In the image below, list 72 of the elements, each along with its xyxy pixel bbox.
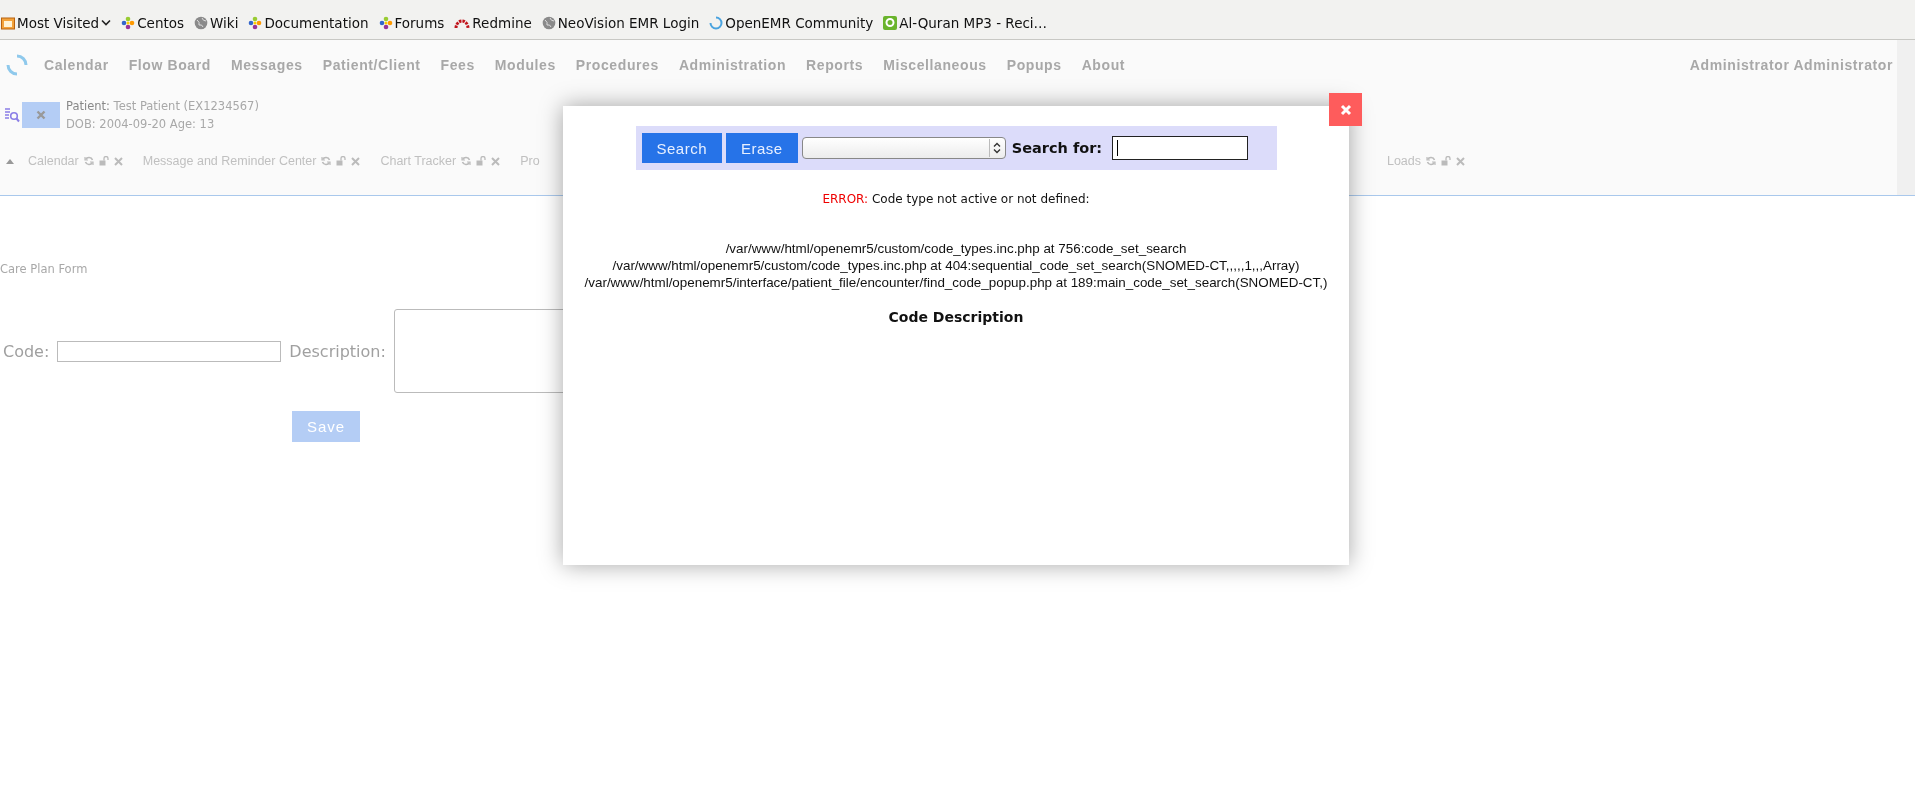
close-button[interactable] xyxy=(22,102,60,128)
unlock-icon xyxy=(1441,156,1451,166)
search-field[interactable] xyxy=(1112,136,1249,160)
unlock-icon xyxy=(98,156,109,166)
search-list-icon xyxy=(4,107,20,123)
caret-up-icon xyxy=(6,158,14,164)
bookmark-link[interactable]: Wiki xyxy=(194,14,239,31)
error-message: ERROR: Code type not active or not defined: xyxy=(822,192,1090,206)
trace-line: /var/www/html/openemr5/custom/code_types.inc.php at 404:sequential_code_set_search(SNOMED-CT,,,,,1,,,Array) xyxy=(612,257,1300,274)
erase-button[interactable]: Erase xyxy=(726,133,798,163)
trace-line: /var/www/html/openemr5/interface/patient_file/encounter/find_code_popup.php at 189:main_code_set_search(SNOMED-CT,) xyxy=(584,274,1328,291)
tab[interactable]: Loads xyxy=(1386,154,1421,168)
refresh-icon xyxy=(83,156,94,166)
bookmark-link[interactable]: Most Visited xyxy=(1,14,112,31)
menu-item[interactable]: Administration xyxy=(678,57,787,73)
menu-item[interactable]: Calendar xyxy=(44,57,109,73)
unlock-icon xyxy=(336,156,347,166)
close-icon xyxy=(351,156,361,166)
menu-item[interactable]: Reports xyxy=(806,57,864,73)
bookmark-link[interactable]: Al-Quran MP3 - Reci… xyxy=(883,14,1048,31)
flower-icon xyxy=(378,15,393,30)
flower-icon xyxy=(248,15,263,30)
form-title: Care Plan Form xyxy=(0,262,88,276)
close-icon xyxy=(1456,156,1465,166)
globe-icon xyxy=(541,15,556,30)
tab[interactable]: Calendar xyxy=(28,154,79,168)
bookmark-link[interactable]: NeoVision EMR Login xyxy=(541,14,700,31)
menu-item[interactable]: Modules xyxy=(494,57,556,73)
menu-item[interactable]: Miscellaneous xyxy=(883,57,987,73)
save-button[interactable]: Save xyxy=(292,411,360,442)
close-icon xyxy=(491,156,501,166)
updown-arrow-icon xyxy=(992,142,1001,154)
tab[interactable]: Message and Reminder Center xyxy=(142,154,317,168)
ring-icon xyxy=(709,15,724,30)
bookmark-link[interactable]: Redmine xyxy=(454,14,532,31)
bookmark-link[interactable]: Forums xyxy=(378,14,445,31)
close-icon xyxy=(36,110,46,120)
flower-icon xyxy=(121,15,136,30)
code-type-select[interactable] xyxy=(801,137,1006,159)
app-icon xyxy=(883,15,898,30)
refresh-icon xyxy=(321,156,332,166)
patient-dob: DOB: 2004-09-20 Age: 13 xyxy=(66,117,216,131)
patient-name: Patient: Test Patient (EX1234567) xyxy=(66,99,259,113)
trace-line: /var/www/html/openemr5/custom/code_types.inc.php at 756:code_set_search xyxy=(725,240,1187,257)
field-label: Description: xyxy=(289,341,386,361)
tab[interactable]: Chart Tracker xyxy=(380,154,457,168)
bookmark-link[interactable]: Centos xyxy=(121,14,185,31)
close-icon xyxy=(113,156,123,166)
close-icon xyxy=(1339,103,1352,116)
menu-item[interactable]: Fees xyxy=(440,57,475,73)
refresh-icon xyxy=(1426,156,1436,166)
bookmark-link[interactable]: OpenEMR Community xyxy=(709,14,874,31)
search-button[interactable]: Search xyxy=(641,133,723,163)
field-label: Code: xyxy=(3,341,50,361)
menu-item[interactable]: Messages xyxy=(230,57,303,73)
unlock-icon xyxy=(476,156,487,166)
bookmark-link[interactable]: Documentation xyxy=(248,14,369,31)
folder-icon xyxy=(1,15,15,30)
menu-item[interactable]: Popups xyxy=(1006,57,1062,73)
user-menu[interactable]: Administrator Administrator xyxy=(1689,57,1893,73)
menu-item[interactable]: Patient/Client xyxy=(322,57,421,73)
refresh-icon xyxy=(461,156,472,166)
menu-item[interactable]: About xyxy=(1081,57,1126,73)
close-button[interactable] xyxy=(1329,93,1362,126)
globe-icon xyxy=(194,15,209,30)
search-for-label: Search for: xyxy=(1011,140,1103,156)
column-heading: Code Description xyxy=(888,309,1024,325)
code-field[interactable] xyxy=(57,340,282,362)
tab[interactable]: Pro xyxy=(520,154,540,168)
menu-item[interactable]: Procedures xyxy=(575,57,659,73)
menu-item[interactable]: Flow Board xyxy=(128,57,211,73)
logo-icon xyxy=(6,54,28,76)
